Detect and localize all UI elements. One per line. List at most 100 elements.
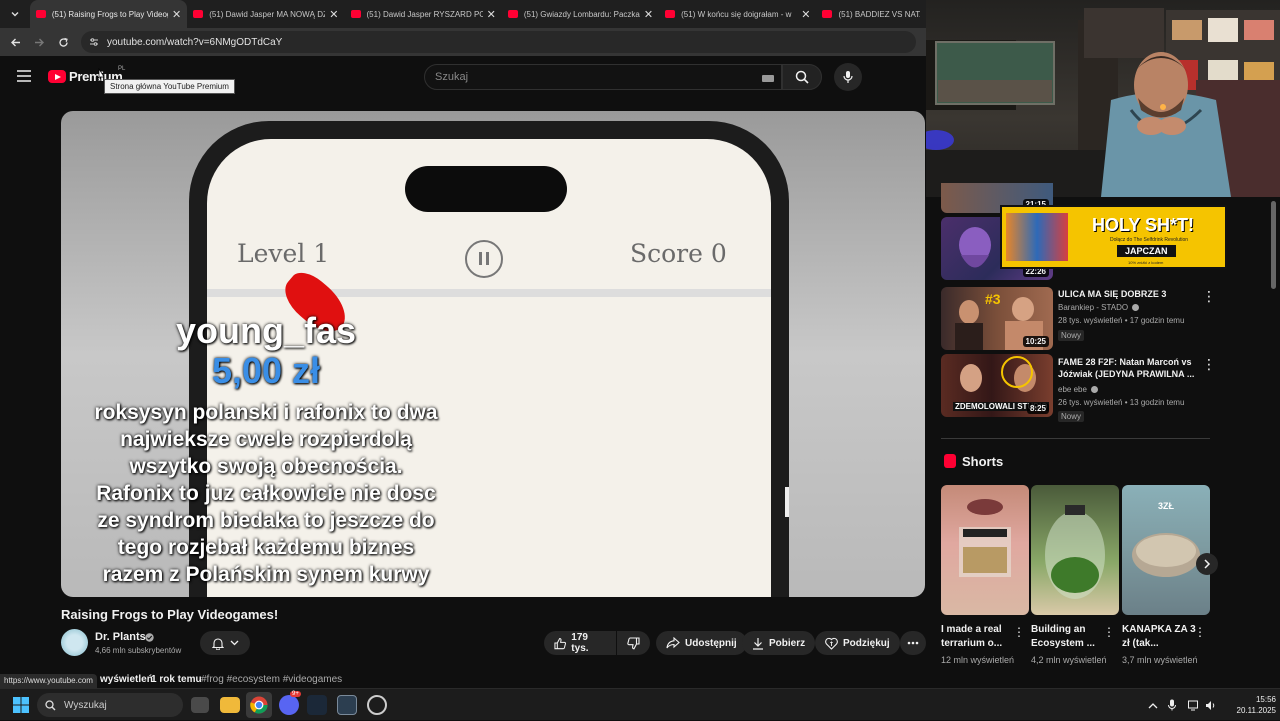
video-menu-button[interactable]: ⋮ xyxy=(1202,356,1216,373)
address-bar[interactable]: youtube.com/watch?v=6NMgODTdCaY xyxy=(81,31,916,53)
browser-tab[interactable]: (51) W końcu się doigrałam - w ✕ xyxy=(659,0,816,28)
channel-avatar[interactable] xyxy=(61,629,88,656)
recommended-video-channel[interactable]: ebe ebe xyxy=(1058,385,1099,394)
chevron-down-icon xyxy=(230,640,238,646)
thanks-button[interactable]: Podziękuj xyxy=(815,631,900,655)
chevron-up-icon[interactable] xyxy=(1148,702,1158,709)
short-thumbnail[interactable] xyxy=(1031,485,1119,615)
tab-title: (51) W końcu się doigrałam - w xyxy=(681,9,792,19)
discord-icon[interactable]: 9+ xyxy=(279,691,301,715)
short-menu-button[interactable]: ⋮ xyxy=(1194,625,1206,639)
scrollbar-thumb[interactable] xyxy=(1271,201,1276,289)
recommended-video-thumbnail[interactable]: ZDEMOLOWALI STUDIO 8:25 xyxy=(941,354,1053,417)
hamburger-menu-button[interactable] xyxy=(17,70,31,82)
short-title[interactable]: Building an Ecosystem ... xyxy=(1031,623,1107,651)
network-icon[interactable] xyxy=(1188,700,1200,711)
browser-tab[interactable]: (51) BADDIEZ VS NATAL xyxy=(816,0,926,28)
recommended-video-thumbnail[interactable]: #3 10:25 xyxy=(941,287,1053,350)
chrome-taskbar-button[interactable] xyxy=(246,692,272,718)
short-title[interactable]: KANAPKA ZA 3 zł (tak... xyxy=(1122,623,1198,651)
search-icon xyxy=(795,70,809,84)
recommended-video-title[interactable]: FAME 28 F2F: Natan Marcoń vs Jóźwiak (JE… xyxy=(1058,356,1198,380)
close-tab-icon[interactable]: ✕ xyxy=(329,8,338,21)
short-menu-button[interactable]: ⋮ xyxy=(1103,625,1115,639)
tab-title: (51) Dawid Jasper MA NOWĄ DZIEWCZYNĘ xyxy=(209,9,325,19)
taskbar-search[interactable]: Wyszukaj xyxy=(37,693,183,717)
subscriber-count: 4,66 mln subskrybentów xyxy=(95,646,182,655)
reload-button[interactable] xyxy=(51,30,75,54)
close-tab-icon[interactable]: ✕ xyxy=(801,8,810,21)
short-thumbnail[interactable]: 3ZŁ xyxy=(1122,485,1210,615)
forward-button[interactable] xyxy=(27,30,51,54)
shorts-next-button[interactable] xyxy=(1196,553,1218,575)
short-views: 12 mln wyświetleń xyxy=(941,655,1015,665)
video-menu-button[interactable]: ⋮ xyxy=(1202,288,1216,305)
ad-headline: HOLY SH*T! xyxy=(1092,215,1195,235)
shorts-icon xyxy=(944,454,956,468)
file-explorer-icon[interactable] xyxy=(220,697,240,713)
reload-icon xyxy=(58,37,68,47)
close-tab-icon[interactable]: ✕ xyxy=(487,8,496,21)
channel-name[interactable]: Dr. Plants xyxy=(95,631,146,643)
close-tab-icon[interactable]: ✕ xyxy=(644,8,653,21)
ad-overlay-banner[interactable]: HOLY SH*T! Dołącz do The Selfdrink Revol… xyxy=(1000,205,1227,269)
view-count: 26 tys. wyświetleń xyxy=(1058,398,1123,407)
tab-search-button[interactable] xyxy=(4,3,26,25)
share-button[interactable]: Udostępnij xyxy=(656,631,747,655)
hashtags[interactable]: #frog #ecosystem #videogames xyxy=(201,674,342,685)
search-placeholder: Szukaj xyxy=(435,71,469,83)
site-settings-icon[interactable] xyxy=(89,37,99,47)
dynamic-island xyxy=(405,166,567,212)
youtube-logo-icon[interactable] xyxy=(48,70,66,83)
short-title[interactable]: I made a real terrarium o... xyxy=(941,623,1017,651)
microphone-icon[interactable] xyxy=(1168,699,1176,711)
like-button[interactable]: 179 tys. xyxy=(544,631,616,655)
menu-icon xyxy=(17,70,31,82)
gaming-app-icon[interactable] xyxy=(367,695,387,715)
recommended-video-channel[interactable]: Barankiep - STADO xyxy=(1058,303,1140,312)
search-button[interactable] xyxy=(782,64,822,90)
search-input[interactable]: Szukaj xyxy=(424,64,782,90)
thanks-heart-icon xyxy=(825,637,838,650)
thumbnail-figure xyxy=(959,227,991,268)
more-actions-button[interactable] xyxy=(900,631,926,655)
short-menu-button[interactable]: ⋮ xyxy=(1013,625,1025,639)
short-thumbnail[interactable] xyxy=(941,485,1029,615)
task-view-icon[interactable] xyxy=(191,697,209,713)
browser-tab[interactable]: (51) Raising Frogs to Play Videogames ✕ xyxy=(29,0,188,28)
link-status-url: https://www.youtube.com xyxy=(0,674,97,688)
voice-search-button[interactable] xyxy=(834,63,862,91)
browser-tab[interactable]: (51) Dawid Jasper RYSZARD PCHALSKI ✕ xyxy=(345,0,502,28)
subscription-bell-button[interactable] xyxy=(200,631,250,655)
microphone-icon xyxy=(843,71,853,83)
steam-icon[interactable] xyxy=(307,695,327,715)
back-button[interactable] xyxy=(3,30,27,54)
upload-age: 17 godzin temu xyxy=(1129,316,1185,325)
youtube-favicon-icon xyxy=(193,10,204,18)
more-horizontal-icon xyxy=(907,641,919,645)
thanks-label: Podziękuj xyxy=(843,637,890,649)
browser-tab[interactable]: (51) Dawid Jasper MA NOWĄ DZIEWCZYNĘ ✕ xyxy=(187,0,344,28)
home-tooltip: Strona główna YouTube Premium xyxy=(104,79,235,94)
share-icon xyxy=(666,637,680,649)
view-count: 28 tys. wyświetleń xyxy=(1058,316,1123,325)
recommended-video-title[interactable]: ULICA MA SIĘ DOBRZE 3 xyxy=(1058,288,1198,300)
taskbar-clock[interactable]: 15:56 20.11.2025 xyxy=(1220,694,1276,716)
browser-tab[interactable]: (51) Gwiazdy Lombardu: Paczka ✕ xyxy=(502,0,659,28)
browser-tab-strip: (51) Raising Frogs to Play Videogames ✕ … xyxy=(0,0,926,28)
bell-icon xyxy=(211,637,224,650)
volume-icon[interactable] xyxy=(1205,700,1217,711)
chevron-down-icon xyxy=(11,12,19,17)
video-player[interactable]: Level 1 Score 0 young_fas 5,00 zł roksys… xyxy=(61,111,925,597)
dislike-button[interactable] xyxy=(617,631,650,655)
start-button[interactable] xyxy=(13,697,29,713)
keyboard-icon[interactable] xyxy=(762,75,774,82)
arrow-right-icon xyxy=(34,38,44,46)
arrow-left-icon xyxy=(10,38,20,46)
video-duration: 8:25 xyxy=(1026,403,1049,414)
app-icon[interactable] xyxy=(337,695,357,715)
windows-taskbar: Wyszukaj 9+ 15:56 20.11.2025 xyxy=(0,688,1280,720)
description-box[interactable]: wyświetleń 1 rok temu #frog #ecosystem #… xyxy=(0,669,926,688)
download-button[interactable]: Pobierz xyxy=(742,631,816,655)
close-tab-icon[interactable]: ✕ xyxy=(172,8,181,21)
